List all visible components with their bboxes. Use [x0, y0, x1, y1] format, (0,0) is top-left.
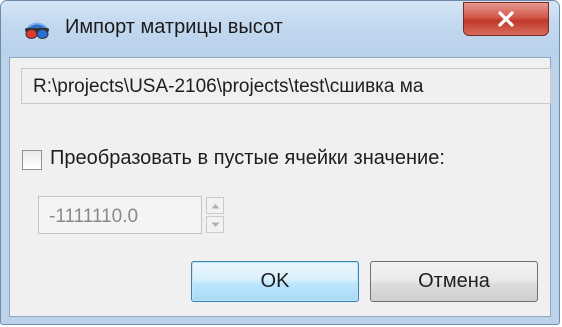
dialog-window: Импорт матрицы высот R:\projects\USA-210… — [0, 0, 560, 325]
stereo-glasses-icon — [24, 17, 50, 43]
convert-checkbox-label[interactable]: Преобразовать в пустые ячейки значение: — [50, 147, 445, 170]
file-path-field[interactable]: R:\projects\USA-2106\projects\test\сшивк… — [21, 68, 551, 104]
ok-button[interactable]: OK — [191, 261, 359, 302]
convert-checkbox[interactable] — [22, 150, 42, 170]
spin-down-button[interactable] — [206, 216, 224, 233]
dialog-title: Импорт матрицы высот — [65, 16, 283, 38]
value-input[interactable]: -1111110.0 — [38, 196, 202, 234]
value-spinner — [206, 197, 224, 233]
close-button[interactable] — [463, 2, 549, 36]
title-bar[interactable]: Импорт матрицы высот — [1, 1, 559, 57]
spin-up-button[interactable] — [206, 197, 224, 214]
value-input-text: -1111110.0 — [49, 206, 139, 227]
chevron-up-icon — [211, 204, 220, 209]
chevron-down-icon — [211, 222, 220, 227]
close-icon — [498, 11, 514, 27]
file-path-value: R:\projects\USA-2106\projects\test\сшивк… — [33, 76, 424, 97]
cancel-button[interactable]: Отмена — [370, 261, 538, 302]
dialog-body: R:\projects\USA-2106\projects\test\сшивк… — [9, 57, 551, 317]
